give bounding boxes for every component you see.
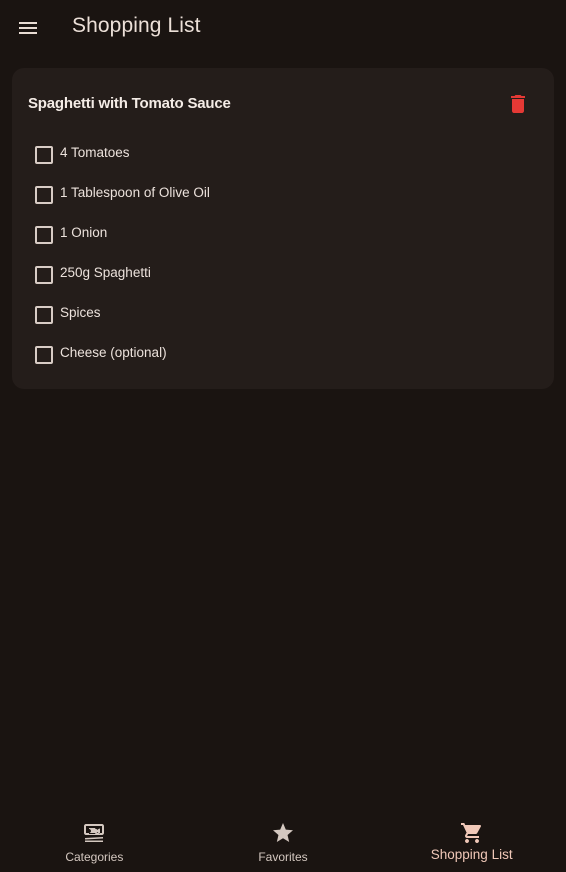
checkbox[interactable] <box>35 146 53 164</box>
nav-label: Favorites <box>258 850 308 864</box>
checkbox[interactable] <box>35 226 53 244</box>
app-screen: Shopping List Spaghetti with Tomato Sauc… <box>0 0 566 872</box>
set-meal-icon <box>84 824 105 842</box>
page-title: Shopping List <box>72 14 201 37</box>
trash-icon <box>511 95 525 113</box>
list-item-label: Spices <box>60 305 101 320</box>
list-item[interactable]: Spices <box>12 294 554 334</box>
shopping-cart-icon <box>460 823 481 843</box>
nav-label: Categories <box>65 850 124 864</box>
ingredient-list: 4 Tomatoes 1 Tablespoon of Olive Oil 1 O… <box>12 134 554 374</box>
checkbox[interactable] <box>35 266 53 284</box>
list-item-label: 1 Onion <box>60 225 108 240</box>
bottom-navigation: Categories Favorites Shopping List <box>0 816 566 872</box>
nav-item-favorites[interactable]: Favorites <box>189 816 378 872</box>
nav-item-shopping-list[interactable]: Shopping List <box>377 816 566 872</box>
list-item[interactable]: Cheese (optional) <box>12 334 554 374</box>
list-item[interactable]: 4 Tomatoes <box>12 134 554 174</box>
checkbox[interactable] <box>35 306 53 324</box>
recipe-title: Spaghetti with Tomato Sauce <box>28 95 231 112</box>
shopping-list-card: Spaghetti with Tomato Sauce 4 Tomatoes 1… <box>12 68 554 389</box>
list-item-label: 250g Spaghetti <box>60 265 151 280</box>
star-icon <box>273 823 293 842</box>
menu-button[interactable] <box>16 16 40 40</box>
app-bar: Shopping List <box>0 0 566 56</box>
list-item-label: Cheese (optional) <box>60 345 167 360</box>
list-item-label: 4 Tomatoes <box>60 145 130 160</box>
list-item[interactable]: 1 Tablespoon of Olive Oil <box>12 174 554 214</box>
delete-button[interactable] <box>506 92 530 116</box>
checkbox[interactable] <box>35 346 53 364</box>
checkbox[interactable] <box>35 186 53 204</box>
nav-item-categories[interactable]: Categories <box>0 816 189 872</box>
list-item[interactable]: 1 Onion <box>12 214 554 254</box>
list-item-label: 1 Tablespoon of Olive Oil <box>60 185 210 200</box>
list-item[interactable]: 250g Spaghetti <box>12 254 554 294</box>
nav-label: Shopping List <box>430 847 513 862</box>
menu-icon <box>19 22 37 34</box>
